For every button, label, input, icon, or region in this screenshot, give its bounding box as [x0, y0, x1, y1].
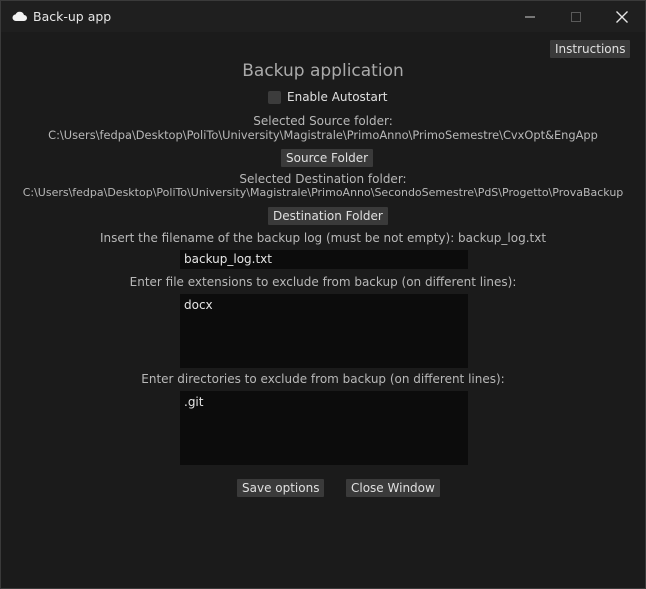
- source-folder-button[interactable]: Source Folder: [281, 149, 374, 167]
- app-window: Back-up app Instructions Backup applicat…: [0, 0, 646, 589]
- autostart-label: Enable Autostart: [287, 90, 388, 104]
- cloud-icon: [12, 11, 27, 22]
- close-window-button[interactable]: Close Window: [346, 479, 440, 497]
- main-panel: Instructions Backup application Enable A…: [5, 32, 641, 585]
- maximize-icon: [571, 11, 581, 22]
- instructions-button[interactable]: Instructions: [550, 40, 631, 58]
- close-button[interactable]: [599, 1, 645, 32]
- minimize-button[interactable]: [507, 1, 553, 32]
- save-options-button[interactable]: Save options: [237, 479, 325, 497]
- source-folder-path: C:\Users\fedpa\Desktop\PoliTo\University…: [48, 128, 598, 142]
- destination-folder-label: Selected Destination folder:: [239, 172, 407, 186]
- log-filename-label: Insert the filename of the backup log (m…: [99, 231, 547, 245]
- directories-textarea[interactable]: .git: [180, 391, 468, 465]
- minimize-icon: [525, 16, 535, 17]
- source-folder-label: Selected Source folder:: [253, 114, 393, 128]
- directories-label: Enter directories to exclude from backup…: [141, 372, 505, 386]
- autostart-checkbox[interactable]: [268, 91, 281, 104]
- window-title: Back-up app: [33, 9, 112, 24]
- title-bar[interactable]: Back-up app: [1, 1, 645, 32]
- destination-folder-path: C:\Users\fedpa\Desktop\PoliTo\University…: [22, 186, 624, 199]
- close-icon: [616, 10, 628, 23]
- destination-folder-button[interactable]: Destination Folder: [268, 207, 388, 225]
- extensions-label: Enter file extensions to exclude from ba…: [129, 275, 517, 289]
- extensions-textarea[interactable]: docx: [180, 294, 468, 368]
- log-filename-input[interactable]: backup_log.txt: [180, 250, 468, 269]
- page-title: Backup application: [242, 61, 404, 81]
- maximize-button[interactable]: [553, 1, 599, 32]
